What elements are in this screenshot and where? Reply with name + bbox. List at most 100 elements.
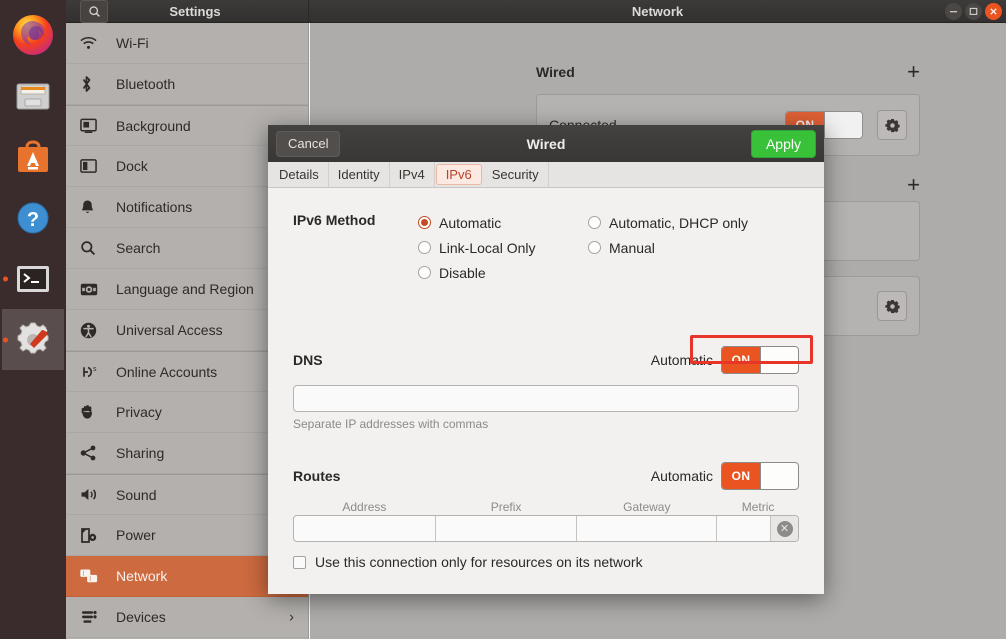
dock-item-firefox[interactable]	[2, 4, 64, 65]
method-options-left: Automatic Link-Local Only Disable	[418, 210, 588, 285]
radio-indicator	[588, 216, 601, 229]
dock-icon	[80, 156, 104, 176]
notifications-icon	[80, 197, 104, 217]
radio-link-local-only[interactable]: Link-Local Only	[418, 235, 588, 260]
radio-indicator	[418, 266, 431, 279]
maximize-button[interactable]	[965, 3, 982, 20]
dock-item-terminal[interactable]	[2, 248, 64, 309]
apply-button[interactable]: Apply	[751, 130, 816, 158]
radio-label: Link-Local Only	[439, 240, 536, 256]
sidebar-item-label: Notifications	[116, 199, 192, 215]
dialog-tabbar[interactable]: Details Identity IPv4 IPv6 Security	[268, 162, 824, 188]
search-button[interactable]	[80, 0, 108, 23]
tab-ipv6[interactable]: IPv6	[436, 164, 482, 185]
toggle-knob	[760, 347, 798, 373]
radio-label: Automatic	[439, 215, 501, 231]
sharing-icon	[80, 443, 104, 463]
restrict-connection-checkbox-row[interactable]: Use this connection only for resources o…	[293, 554, 799, 570]
online-accounts-icon: s	[80, 362, 104, 382]
terminal-icon	[11, 257, 55, 301]
sidebar-item-devices[interactable]: Devices ›	[66, 597, 308, 638]
launcher-dock: ?	[0, 0, 66, 639]
delete-circle-icon: ✕	[777, 521, 793, 537]
close-icon	[989, 7, 998, 16]
tab-identity[interactable]: Identity	[329, 162, 390, 187]
svg-text:s: s	[93, 366, 97, 373]
dns-automatic-toggle[interactable]: ON	[721, 346, 799, 374]
method-options-right: Automatic, DHCP only Manual	[588, 210, 798, 285]
dns-hint: Separate IP addresses with commas	[293, 417, 799, 431]
network-icon	[80, 566, 104, 586]
bluetooth-icon	[80, 74, 104, 94]
radio-label: Automatic, DHCP only	[609, 215, 748, 231]
tab-details[interactable]: Details	[270, 162, 329, 187]
settings-window-title: Settings	[108, 4, 282, 19]
sidebar-item-label: Search	[116, 240, 160, 256]
dock-item-files[interactable]	[2, 65, 64, 126]
routes-cell-prefix[interactable]	[436, 516, 576, 541]
sidebar-item-label: Network	[116, 568, 167, 584]
routes-automatic-control: Automatic ON	[651, 462, 799, 490]
minimize-button[interactable]	[945, 3, 962, 20]
ipv6-method-label: IPv6 Method	[293, 210, 418, 285]
dns-automatic-control: Automatic ON	[651, 346, 799, 374]
third-settings-button[interactable]	[877, 291, 907, 321]
cancel-button[interactable]: Cancel	[276, 131, 340, 157]
ubuntu-desktop: ?	[0, 0, 1006, 639]
radio-indicator	[588, 241, 601, 254]
ipv6-method-section: IPv6 Method Automatic Link-Local Only Di…	[293, 210, 799, 285]
maximize-icon	[969, 7, 978, 16]
wifi-icon	[80, 33, 104, 53]
help-icon: ?	[11, 196, 55, 240]
routes-header-address: Address	[293, 500, 436, 514]
radio-disable[interactable]: Disable	[418, 260, 588, 285]
tab-ipv4[interactable]: IPv4	[390, 162, 435, 187]
sidebar-item-label: Privacy	[116, 404, 162, 420]
wired-settings-button[interactable]	[877, 110, 907, 140]
table-row: ✕	[293, 515, 799, 542]
close-button[interactable]	[985, 3, 1002, 20]
wired-connection-dialog: Cancel Wired Apply Details Identity IPv4…	[268, 125, 824, 594]
dock-item-settings[interactable]	[2, 309, 64, 370]
routes-cell-address[interactable]	[294, 516, 436, 541]
restrict-connection-label: Use this connection only for resources o…	[315, 554, 643, 570]
add-second-button[interactable]: +	[907, 178, 920, 192]
routes-automatic-toggle[interactable]: ON	[721, 462, 799, 490]
tab-security[interactable]: Security	[483, 162, 549, 187]
delete-route-button[interactable]: ✕	[771, 516, 798, 541]
search-icon	[88, 5, 101, 18]
devices-icon	[80, 607, 104, 627]
ubuntu-software-icon	[11, 135, 55, 179]
dns-title: DNS	[293, 352, 323, 368]
radio-automatic[interactable]: Automatic	[418, 210, 588, 235]
dns-input[interactable]	[293, 385, 799, 412]
routes-column-headers: Address Prefix Gateway Metric	[293, 500, 799, 514]
running-indicator	[3, 337, 8, 342]
routes-header-metric: Metric	[717, 500, 799, 514]
dns-section-header: DNS Automatic ON	[293, 346, 799, 374]
dock-item-ubuntu-software[interactable]	[2, 126, 64, 187]
settings-icon	[11, 318, 55, 362]
dock-item-help[interactable]: ?	[2, 187, 64, 248]
add-wired-button[interactable]: +	[907, 65, 920, 79]
minimize-icon	[949, 7, 958, 16]
sidebar-item-wi-fi[interactable]: Wi-Fi	[66, 23, 308, 64]
routes-section-header: Routes Automatic ON	[293, 462, 799, 490]
svg-text:?: ?	[27, 209, 39, 231]
gear-icon	[885, 118, 900, 133]
radio-manual[interactable]: Manual	[588, 235, 798, 260]
wired-section-header: Wired +	[536, 64, 920, 80]
sidebar-item-bluetooth[interactable]: Bluetooth	[66, 64, 308, 105]
running-indicator	[3, 276, 8, 281]
radio-automatic-dhcp-only[interactable]: Automatic, DHCP only	[588, 210, 798, 235]
restrict-connection-checkbox[interactable]	[293, 556, 306, 569]
routes-cell-gateway[interactable]	[577, 516, 717, 541]
privacy-icon	[80, 402, 104, 422]
files-icon	[11, 74, 55, 118]
settings-titlebar: Settings Network	[66, 0, 1006, 23]
chevron-right-icon: ›	[289, 609, 294, 626]
sidebar-item-label: Bluetooth	[116, 76, 175, 92]
routes-cell-metric[interactable]	[717, 516, 771, 541]
language-icon	[80, 279, 104, 299]
universal-access-icon	[80, 320, 104, 340]
